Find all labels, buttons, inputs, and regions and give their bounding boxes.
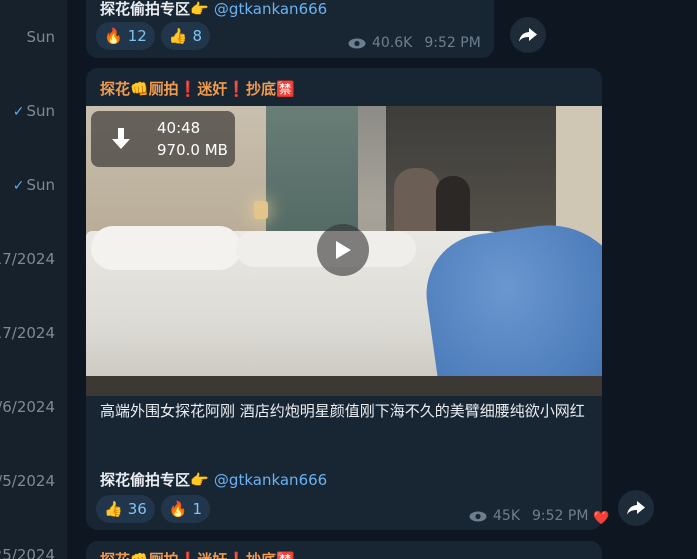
heart-reaction-icon[interactable]: ❤️ bbox=[593, 511, 609, 526]
date-label: ✓ Sun bbox=[12, 176, 55, 194]
message-meta: 40.6K 9:52 PM bbox=[348, 35, 481, 51]
video-player[interactable]: 40:48 970.0 MB bbox=[86, 106, 602, 396]
reaction-thumbs-up[interactable]: 👍 8 bbox=[160, 22, 211, 50]
forward-arrow-icon bbox=[519, 28, 537, 42]
video-frame-lamp bbox=[254, 201, 268, 219]
views-count: 40.6K bbox=[372, 35, 413, 51]
views-eye-icon bbox=[469, 511, 487, 521]
date-label: 25/2024 bbox=[0, 546, 55, 559]
forward-arrow-icon bbox=[627, 501, 645, 515]
video-download-overlay[interactable]: 40:48 970.0 MB bbox=[91, 111, 235, 167]
share-button[interactable] bbox=[510, 17, 546, 53]
reactions-bar: 👍 36 🔥 1 bbox=[96, 495, 211, 523]
reaction-fire[interactable]: 🔥 12 bbox=[96, 22, 155, 50]
thumbs-up-icon: 👍 bbox=[168, 27, 188, 45]
reaction-fire[interactable]: 🔥 1 bbox=[160, 495, 211, 523]
channel-handle-link[interactable]: @gtkankan666 bbox=[214, 0, 327, 18]
message-bubble[interactable]: 探花偷拍专区👉 @gtkankan666 🔥 12 👍 8 40.6K 9:52… bbox=[86, 0, 494, 58]
play-button[interactable] bbox=[317, 224, 369, 276]
video-file-size: 970.0 MB bbox=[157, 141, 228, 159]
download-icon bbox=[112, 128, 130, 149]
message-caption: 高端外围女探花阿刚 酒店约炮明星颜值刚下海不久的美臂细腰纯欲小网红 bbox=[100, 402, 585, 420]
reactions-bar: 🔥 12 👍 8 bbox=[96, 22, 211, 50]
date-label: ✓ Sun bbox=[12, 102, 55, 120]
share-button[interactable] bbox=[618, 490, 654, 526]
views-eye-icon bbox=[348, 38, 366, 48]
thumbs-up-icon: 👍 bbox=[104, 500, 123, 518]
message-signature: 探花偷拍专区👉 @gtkankan666 bbox=[100, 471, 328, 489]
message-signature: 探花偷拍专区👉 @gtkankan666 bbox=[100, 0, 328, 18]
channel-title[interactable]: 探花👊厕拍❗迷奸❗抄底🈲 bbox=[100, 78, 295, 99]
read-check-icon: ✓ bbox=[12, 178, 25, 194]
date-label: 17/2024 bbox=[0, 250, 55, 268]
channel-title[interactable]: 探花👊厕拍❗迷奸❗抄底🈲 bbox=[100, 549, 295, 559]
fire-icon: 🔥 bbox=[104, 27, 123, 45]
reaction-thumbs-up[interactable]: 👍 36 bbox=[96, 495, 155, 523]
date-column: Sun ✓Sun ✓Sun 17/2024 17/2024 /6/2024 /5… bbox=[0, 0, 68, 559]
message-time: 9:52 PM bbox=[532, 508, 589, 524]
fire-icon: 🔥 bbox=[168, 500, 188, 518]
views-count: 45K bbox=[493, 508, 520, 524]
read-check-icon: ✓ bbox=[12, 104, 25, 120]
date-label: 17/2024 bbox=[0, 324, 55, 342]
video-duration: 40:48 bbox=[157, 119, 201, 137]
message-meta: 45K 9:52 PM bbox=[469, 508, 588, 524]
channel-handle-link[interactable]: @gtkankan666 bbox=[214, 471, 327, 489]
message-bubble[interactable]: 探花👊厕拍❗迷奸❗抄底🈲 bbox=[86, 541, 602, 559]
date-label: Sun bbox=[26, 28, 55, 46]
date-label: /5/2024 bbox=[0, 472, 55, 490]
message-bubble[interactable]: 探花👊厕拍❗迷奸❗抄底🈲 40:48 970.0 MB 高端外围女探花阿刚 酒店… bbox=[86, 68, 602, 530]
play-icon bbox=[336, 241, 351, 259]
message-time: 9:52 PM bbox=[424, 35, 481, 51]
date-label: /6/2024 bbox=[0, 398, 55, 416]
chat-window: Sun ✓Sun ✓Sun 17/2024 17/2024 /6/2024 /5… bbox=[0, 0, 697, 559]
